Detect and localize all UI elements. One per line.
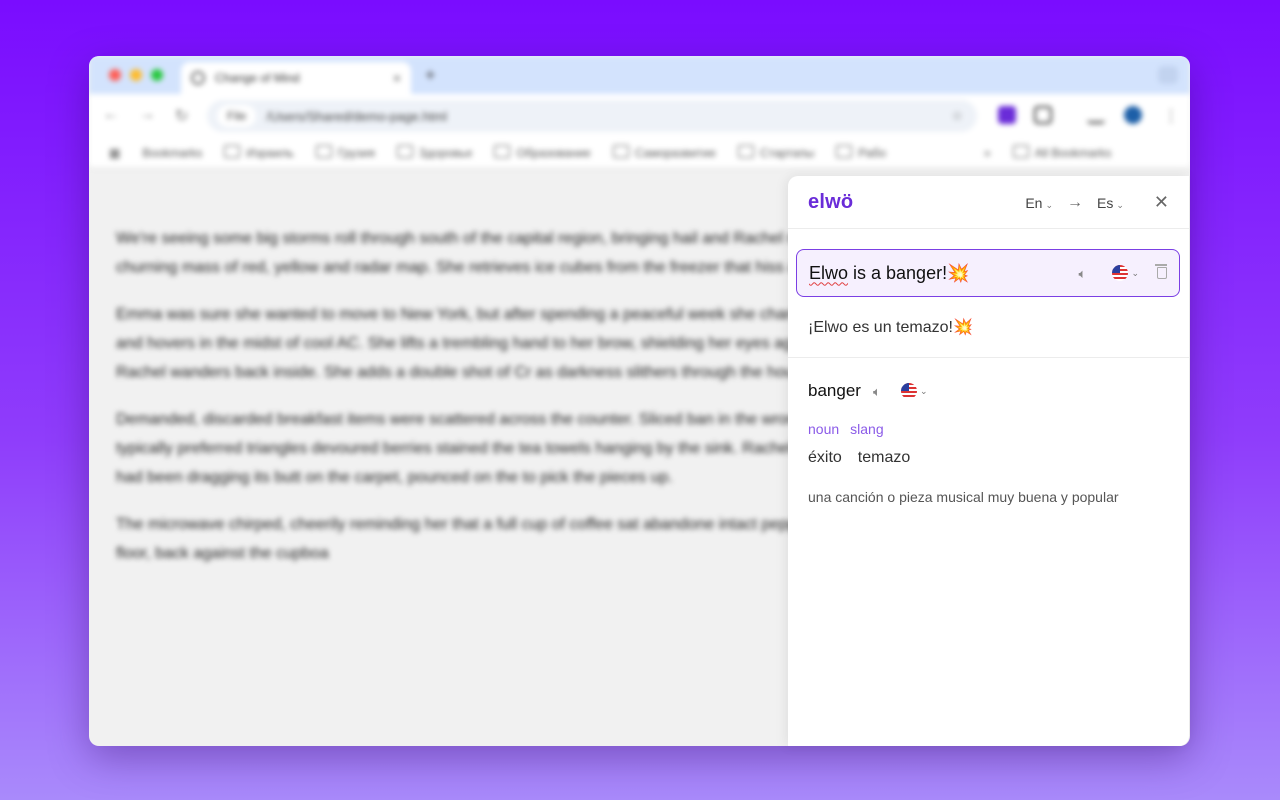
menu-icon[interactable]: ⋮ <box>1163 106 1179 126</box>
source-text-input[interactable]: Elwo is a banger!💥 🔈︎ ⌄ <box>796 249 1180 297</box>
site-info-chip[interactable]: File <box>217 105 257 127</box>
tab-search-button[interactable] <box>1158 66 1178 84</box>
swap-arrow-icon[interactable]: → <box>1067 194 1083 212</box>
bookmark-folder[interactable]: Образование <box>494 145 590 160</box>
synonym[interactable]: temazo <box>858 449 910 467</box>
chevron-down-icon: ⌄ <box>1045 199 1054 210</box>
close-window-button[interactable] <box>109 69 121 81</box>
source-language-label: En <box>1025 194 1043 211</box>
word-tags: noun slang <box>808 421 884 437</box>
accent-select[interactable]: ⌄ <box>1112 265 1139 281</box>
panel-header: elwö En ⌄ → Es ⌄ ✕ <box>788 176 1189 229</box>
synonyms: éxito temazo <box>808 449 910 467</box>
address-bar[interactable]: File /Users/Shared/demo-page.html ☆ <box>207 100 977 132</box>
source-language-select[interactable]: En ⌄ <box>1025 195 1053 211</box>
bookmark-folder[interactable]: Здоровье <box>397 145 473 160</box>
accent-select[interactable]: ⌄ <box>900 383 928 399</box>
chevron-down-icon: ⌄ <box>919 385 928 396</box>
close-icon[interactable]: ✕ <box>1154 192 1169 213</box>
maximize-window-button[interactable] <box>151 69 163 81</box>
elwo-extension-icon[interactable] <box>998 106 1016 124</box>
bookmarks-overflow[interactable]: » <box>984 146 991 160</box>
translation-output: ¡Elwo es un temazo!💥 <box>808 319 973 336</box>
window-controls <box>109 69 163 81</box>
tag-part-of-speech: noun <box>808 421 840 437</box>
synonym[interactable]: éxito <box>808 449 842 467</box>
us-flag-icon <box>1112 265 1129 281</box>
language-selector: En ⌄ → Es ⌄ ✕ <box>1025 176 1169 229</box>
elwo-logo: elwö <box>808 190 854 213</box>
star-icon[interactable]: ☆ <box>951 108 963 124</box>
translator-panel: elwö En ⌄ → Es ⌄ ✕ Elwo is a banger!💥 🔈︎ ⌄… <box>788 176 1189 746</box>
divider <box>788 357 1189 358</box>
target-language-label: Es <box>1097 194 1114 211</box>
avatar[interactable] <box>1124 106 1142 124</box>
bookmark-folder[interactable]: Рабо <box>836 145 886 160</box>
dictionary-word: banger 🔈︎ ⌄ <box>808 381 927 401</box>
globe-icon <box>191 71 205 85</box>
speaker-icon[interactable]: 🔈︎ <box>873 384 889 399</box>
target-language-select[interactable]: Es ⌄ <box>1097 195 1124 211</box>
us-flag-icon <box>900 383 917 399</box>
bookmark-folder[interactable]: Стартапы <box>738 145 814 160</box>
chevron-down-icon: ⌄ <box>1116 199 1124 210</box>
speaker-icon[interactable]: 🔈︎ <box>1078 266 1094 281</box>
bookmark-item[interactable]: Bookmarks <box>142 146 202 160</box>
apps-icon[interactable]: ▦ <box>109 146 120 160</box>
address-text: /Users/Shared/demo-page.html <box>266 108 447 124</box>
trash-icon[interactable] <box>1155 264 1167 279</box>
new-tab-icon[interactable]: + <box>425 65 436 86</box>
source-text-rest: is a banger!💥 <box>848 262 970 283</box>
download-icon[interactable] <box>1087 106 1105 124</box>
reload-icon[interactable]: ↻ <box>175 106 188 126</box>
minimize-window-button[interactable] <box>130 69 142 81</box>
extensions-icon[interactable] <box>1034 106 1052 124</box>
dictionary-term: banger <box>808 381 861 400</box>
tag-register: slang <box>850 421 884 437</box>
misspelled-word: Elwo <box>809 262 849 283</box>
toolbar: ← → ↻ File /Users/Shared/demo-page.html … <box>89 94 1190 138</box>
bookmark-folder[interactable]: Израиль <box>224 145 293 160</box>
bookmark-folder[interactable]: Саморазвитие <box>613 145 716 160</box>
input-actions: 🔈︎ ⌄ <box>1078 264 1167 281</box>
definition: una canción o pieza musical muy buena y … <box>808 489 1119 505</box>
tab-active[interactable]: Change of Mind × <box>181 62 411 94</box>
source-text: Elwo is a banger!💥 <box>809 263 970 284</box>
tab-bar: Change of Mind × + <box>89 56 1190 94</box>
bookmarks-bar: ▦ Bookmarks Израиль Грузия Здоровье Обра… <box>89 138 1190 168</box>
chevron-down-icon: ⌄ <box>1131 267 1139 278</box>
close-tab-icon[interactable]: × <box>393 70 401 86</box>
bookmark-folder[interactable]: Грузия <box>316 145 375 160</box>
forward-icon[interactable]: → <box>139 106 155 124</box>
back-icon[interactable]: ← <box>103 106 119 124</box>
all-bookmarks[interactable]: All Bookmarks <box>1013 145 1112 160</box>
tab-title: Change of Mind <box>215 71 300 85</box>
